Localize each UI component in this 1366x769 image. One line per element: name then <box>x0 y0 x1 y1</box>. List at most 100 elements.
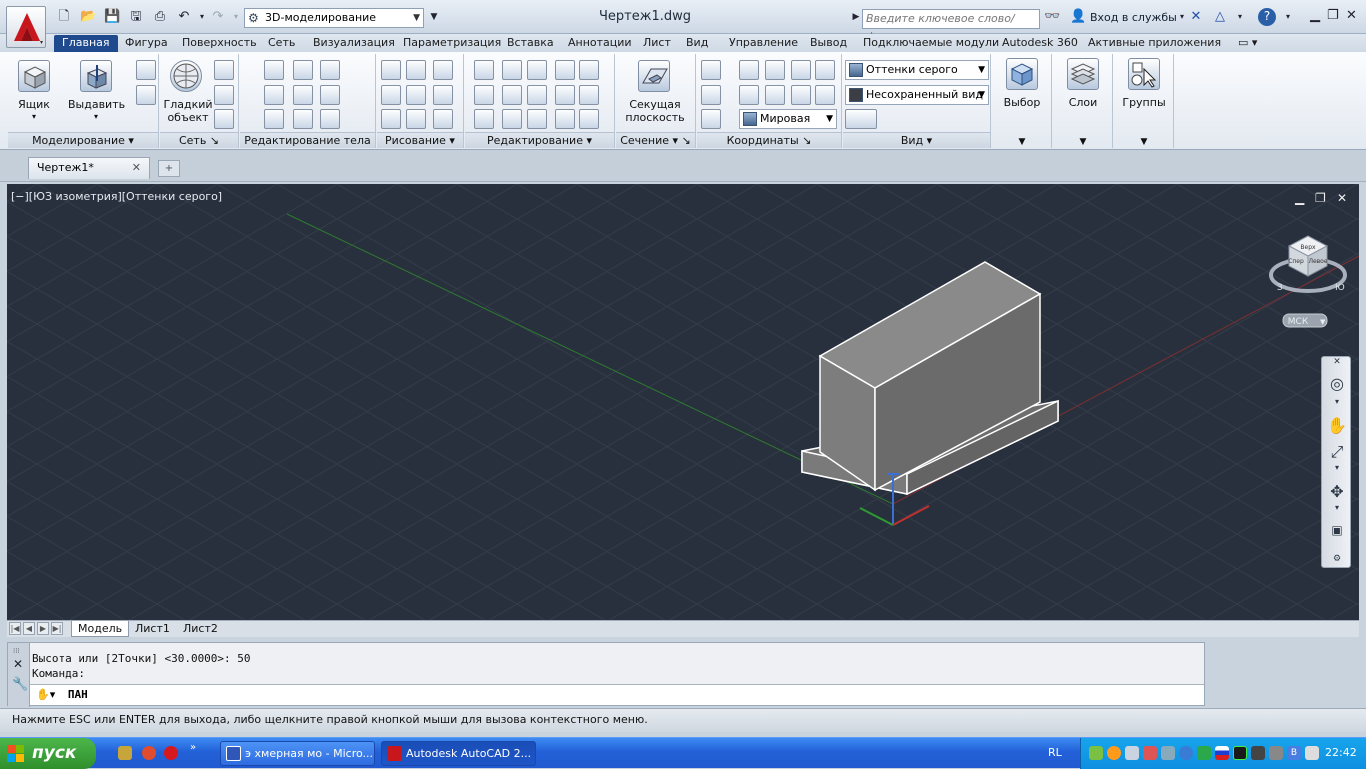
tab-parametric[interactable]: Параметризация <box>403 35 501 52</box>
ucs-previous-icon[interactable] <box>739 85 759 105</box>
new-icon[interactable]: 🗋 <box>56 9 72 25</box>
erase-icon[interactable] <box>474 109 494 129</box>
arc-icon[interactable] <box>433 60 453 80</box>
undo-dropdown-icon[interactable]: ▾ <box>194 9 210 25</box>
groups-dropdown-icon[interactable]: ▼ <box>1138 136 1150 149</box>
3d-scale-icon[interactable] <box>502 109 522 129</box>
document-tab[interactable]: Чертеж1* ✕ <box>28 157 150 179</box>
viewport-close-icon[interactable]: ✕ <box>1337 191 1347 205</box>
mesh-smooth-more-icon[interactable] <box>214 60 234 80</box>
grip-icon[interactable]: ⁞⁞⁞ <box>13 647 20 655</box>
panel-view-label[interactable]: Вид ▾ <box>843 132 990 148</box>
minimize-icon[interactable]: ▁ <box>1310 8 1320 24</box>
a360-dropdown-icon[interactable]: ▾ <box>1232 9 1248 25</box>
layout-tab-sheet1[interactable]: Лист1 <box>129 621 176 637</box>
tab-output[interactable]: Вывод <box>810 35 847 52</box>
signin-link[interactable]: Вход в службы <box>1090 11 1177 24</box>
extrude-icon[interactable] <box>80 60 112 92</box>
separate-icon[interactable] <box>320 85 340 105</box>
panel-modeling-label[interactable]: Моделирование ▾ <box>8 132 158 148</box>
tab-mesh[interactable]: Сеть <box>268 35 295 52</box>
extract-edges-icon[interactable] <box>293 60 313 80</box>
groups-button[interactable]: Группы <box>1114 96 1174 109</box>
tab-solid[interactable]: Фигура <box>125 35 168 52</box>
visual-style-combo[interactable]: Оттенки серого ▼ <box>845 60 989 80</box>
layers-button[interactable]: Слои <box>1053 96 1113 109</box>
tab-view[interactable]: Вид <box>686 35 708 52</box>
zoom-dropdown-icon[interactable]: ▾ <box>1326 463 1348 473</box>
fillet-icon[interactable] <box>474 60 494 80</box>
tab-home[interactable]: Главная <box>54 35 118 52</box>
rectangle-icon[interactable] <box>406 109 426 129</box>
panel-mesh-label[interactable]: Сеть ↘ <box>160 132 238 148</box>
section-plane-icon[interactable] <box>638 60 670 92</box>
polygon-icon[interactable] <box>381 109 401 129</box>
smooth-object-button[interactable]: Гладкий <box>162 98 214 111</box>
steering-wheel-icon[interactable]: ◎ <box>1326 373 1348 395</box>
thicken-icon[interactable] <box>293 109 313 129</box>
3d-align-icon[interactable] <box>474 85 494 105</box>
intersect-icon[interactable] <box>264 109 284 129</box>
tray-app-icon[interactable] <box>1233 746 1247 760</box>
quicklaunch-more-icon[interactable]: » <box>190 742 196 753</box>
help-dropdown-icon[interactable]: ▾ <box>1280 9 1296 25</box>
quicklaunch-icon[interactable] <box>118 746 132 760</box>
tray-app-icon[interactable] <box>1107 746 1121 760</box>
tray-app-icon[interactable] <box>1089 746 1103 760</box>
polyline-icon[interactable] <box>381 60 401 80</box>
tab-plugins[interactable]: Подключаемые модули <box>863 35 999 52</box>
circle-icon[interactable] <box>433 85 453 105</box>
tab-surface[interactable]: Поверхность <box>182 35 257 52</box>
panel-draw-label[interactable]: Рисование ▾ <box>377 132 463 148</box>
slice-icon[interactable] <box>293 85 313 105</box>
ucs-named-icon[interactable] <box>701 109 721 129</box>
tray-app-icon[interactable] <box>1161 746 1175 760</box>
panel-modify-label[interactable]: Редактирование ▾ <box>465 132 614 148</box>
layers-dropdown-icon[interactable]: ▼ <box>1077 136 1089 149</box>
line-icon[interactable] <box>406 85 426 105</box>
array-icon[interactable] <box>579 109 599 129</box>
3d-rotate-icon[interactable] <box>502 60 522 80</box>
tray-app-icon[interactable] <box>1251 746 1265 760</box>
clock[interactable]: 22:42 <box>1325 746 1357 759</box>
3d-mirror-icon[interactable] <box>555 60 575 80</box>
vk-icon[interactable]: B <box>1287 746 1301 760</box>
tab-layout[interactable]: Лист <box>643 35 671 52</box>
zoom-extents-icon[interactable]: ⤢ <box>1326 441 1348 463</box>
tab-annotate[interactable]: Аннотации <box>568 35 632 52</box>
subtract-icon[interactable] <box>264 85 284 105</box>
viewcube[interactable]: Верх Спер Левое З Ю МСК ▼ <box>1263 230 1353 330</box>
tray-app-icon[interactable] <box>1269 746 1283 760</box>
navbar-options-icon[interactable]: ⚙ <box>1326 553 1348 565</box>
workspace-selector[interactable]: ⚙ 3D-моделирование ▼ <box>244 8 424 28</box>
move-icon[interactable] <box>555 109 575 129</box>
union-icon[interactable] <box>264 60 284 80</box>
navbar-close-icon[interactable]: ✕ <box>1326 357 1348 367</box>
viewport-restore-icon[interactable]: ❐ <box>1315 191 1326 205</box>
russian-flag-icon[interactable] <box>1215 746 1229 760</box>
spline-icon[interactable] <box>381 85 401 105</box>
panel-coordinates-label[interactable]: Координаты ↘ <box>697 132 841 148</box>
save-as-icon[interactable]: 🖫 <box>128 9 144 25</box>
tab-featured-apps[interactable]: Активные приложения <box>1088 35 1221 52</box>
volume-icon[interactable] <box>1305 746 1319 760</box>
ribbon-minimize-icon[interactable]: ▭ ▾ <box>1238 35 1257 52</box>
ucs-combo[interactable]: Мировая ▼ <box>739 109 837 129</box>
tray-app-icon[interactable] <box>1143 746 1157 760</box>
ellipse-icon[interactable] <box>433 109 453 129</box>
redo-dropdown-icon[interactable]: ▾ <box>228 9 244 25</box>
ucs-z-icon[interactable] <box>791 60 811 80</box>
3d-move-icon[interactable] <box>527 60 547 80</box>
viewport-controls-label[interactable]: [−][ЮЗ изометрия][Оттенки серого] <box>11 190 222 203</box>
selection-cube-icon[interactable] <box>1006 58 1038 90</box>
pan-hand-icon[interactable]: ✋ <box>1326 415 1348 437</box>
first-layout-icon[interactable]: |◀ <box>9 622 21 635</box>
exchange-icon[interactable]: ✕ <box>1188 9 1204 25</box>
selection-dropdown-icon[interactable]: ▼ <box>1016 136 1028 149</box>
copy-icon[interactable] <box>555 85 575 105</box>
ucs-3point-icon[interactable] <box>815 85 835 105</box>
close-tab-icon[interactable]: ✕ <box>132 158 141 178</box>
help-icon[interactable]: ? <box>1258 8 1276 26</box>
layout-tab-sheet2[interactable]: Лист2 <box>177 621 224 637</box>
prev-layout-icon[interactable]: ◀ <box>23 622 35 635</box>
